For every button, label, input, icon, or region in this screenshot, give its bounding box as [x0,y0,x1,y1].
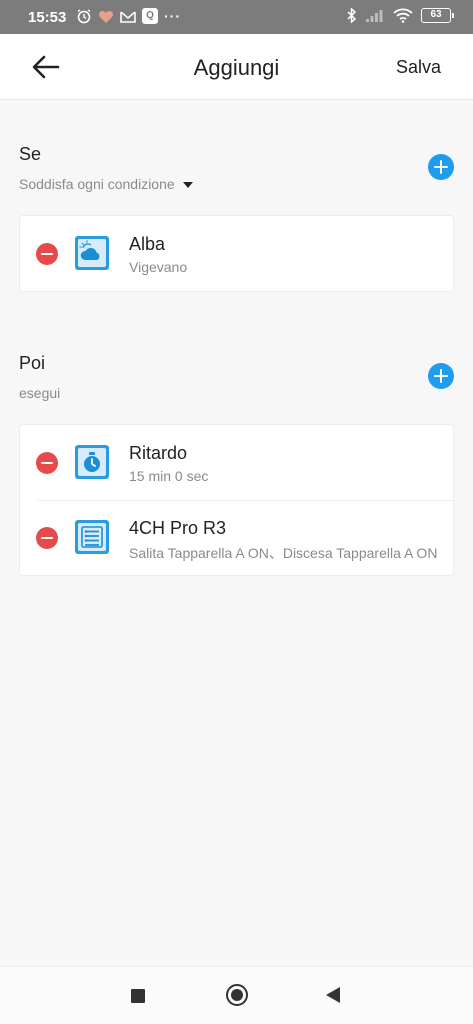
caret-down-icon [182,182,193,189]
more-dots-icon: ··· [164,8,181,24]
condition-mode-label: Soddisfa ogni condizione [19,176,175,192]
action-subtitle: 15 min 0 sec [129,468,209,484]
condition-subtitle: Vigevano [129,259,188,275]
if-section-title: Se [19,144,42,164]
heart-icon [98,10,114,23]
save-button[interactable]: Salva [396,57,441,78]
conditions-card: Alba Vigevano [19,215,454,292]
mail-icon [120,10,136,23]
condition-title: Alba [129,234,166,254]
condition-mode-dropdown[interactable]: Soddisfa ogni condizione [19,176,193,192]
then-section-subtitle: esegui [19,385,61,401]
add-condition-button[interactable] [428,154,454,180]
remove-condition-button[interactable] [36,243,58,265]
remove-action-button[interactable] [36,527,58,549]
action-subtitle: Salita Tapparella A ON、Discesa Tapparell… [129,545,438,561]
then-section-title: Poi [19,353,46,373]
condition-row-sunrise[interactable]: Alba Vigevano [20,216,453,291]
recents-square-icon[interactable] [131,989,145,1003]
alarm-icon [77,9,91,24]
home-circle-icon[interactable] [226,984,248,1006]
sunrise-weather-icon [75,236,109,270]
q-app-icon: Q [142,8,158,24]
action-row-device[interactable]: 4CH Pro R3 Salita Tapparella A ON、Disces… [20,500,453,575]
battery-icon: 63 [421,8,454,23]
action-title: 4CH Pro R3 [129,518,227,538]
action-title: Ritardo [129,443,188,463]
remove-action-button[interactable] [36,452,58,474]
status-bar: 15:53 Q ··· 63 [0,0,473,34]
status-time: 15:53 [28,9,67,26]
bluetooth-icon [347,8,357,23]
system-nav-bar [0,966,473,1024]
back-triangle-icon[interactable] [326,987,340,1003]
status-left-icons: Q ··· [76,8,181,24]
app-bar: Aggiungi Salva [0,34,473,100]
wifi-icon [393,8,413,23]
actions-card: Ritardo 15 min 0 sec 4CH Pro R3 Salita T… [19,424,454,576]
action-row-delay[interactable]: Ritardo 15 min 0 sec [20,425,453,500]
device-switch-icon [75,520,109,554]
signal-icon [366,9,383,22]
status-right-icons: 63 [347,8,454,23]
add-action-button[interactable] [428,363,454,389]
timer-icon [75,445,109,479]
